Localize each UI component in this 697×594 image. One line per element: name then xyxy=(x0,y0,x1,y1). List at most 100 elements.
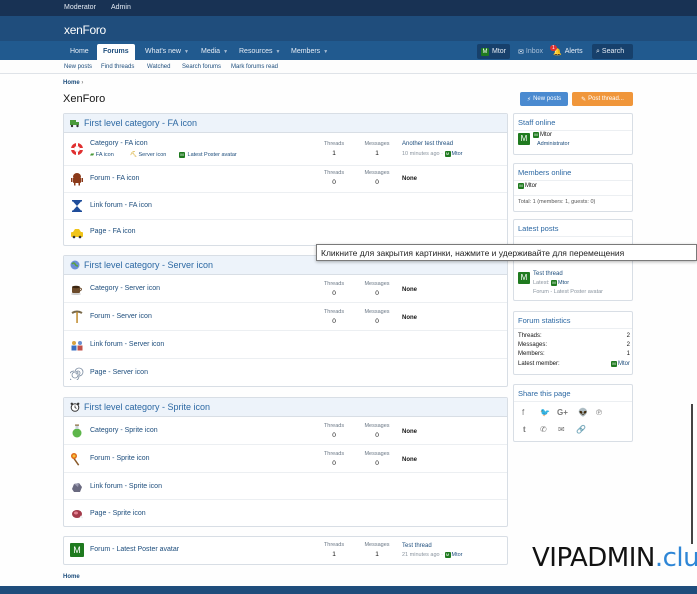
tab-members[interactable]: Members ▼ xyxy=(291,44,328,60)
watched-link[interactable]: Watched xyxy=(147,64,170,70)
thread-count: 1 xyxy=(332,150,336,157)
node-title[interactable]: Link forum - FA icon xyxy=(90,202,152,209)
search-button[interactable]: ⌕ Search xyxy=(592,44,633,59)
node-title[interactable]: Page - Server icon xyxy=(90,369,148,376)
avatar[interactable]: M xyxy=(518,272,530,284)
admin-link[interactable]: Admin xyxy=(111,4,131,11)
no-posts: None xyxy=(402,287,417,293)
twitter-icon[interactable]: 🐦 xyxy=(540,408,550,417)
node-title[interactable]: Page - Sprite icon xyxy=(90,510,146,517)
widget-title[interactable]: Staff online xyxy=(514,114,632,131)
category-block-sprite: First level category - Sprite icon Categ… xyxy=(63,397,508,527)
facebook-icon[interactable]: f xyxy=(522,408,524,417)
new-posts-button[interactable]: ⚡ New posts xyxy=(520,92,568,106)
pencil-icon: ✎ xyxy=(581,96,587,103)
google-plus-icon[interactable]: G+ xyxy=(557,408,568,417)
node-title[interactable]: Link forum - Server icon xyxy=(90,341,164,348)
truck-icon xyxy=(70,120,79,128)
tab-media[interactable]: Media ▼ xyxy=(201,44,228,60)
online-total: Total: 1 (members: 1, guests: 0) xyxy=(518,199,596,205)
category-header[interactable]: First level category - Sprite icon xyxy=(64,398,507,417)
members-online-widget: Members online M Mtor Total: 1 (members: … xyxy=(513,163,633,212)
alert-badge: 1 xyxy=(550,44,557,51)
spiral-icon xyxy=(70,367,84,380)
chevron-down-icon: ▼ xyxy=(275,49,281,55)
reddit-icon[interactable]: 👽 xyxy=(578,408,588,417)
node-title[interactable]: Category - Server icon xyxy=(90,285,160,292)
site-logo[interactable]: xenForo xyxy=(64,23,106,37)
no-posts: None xyxy=(402,457,417,463)
stat-messages: Messages: 2 xyxy=(518,342,630,348)
widget-title[interactable]: Latest posts xyxy=(514,220,632,237)
node-row: Link forum - Server icon xyxy=(64,331,507,359)
people-icon xyxy=(71,341,83,351)
node-title[interactable]: Category - FA icon xyxy=(90,140,148,147)
tab-forums[interactable]: Forums xyxy=(97,44,135,60)
avatar[interactable]: M xyxy=(518,133,530,145)
node-title[interactable]: Forum - Sprite icon xyxy=(90,455,150,462)
avatar[interactable]: M xyxy=(70,543,84,557)
latest-thread-link[interactable]: Test thread xyxy=(533,271,563,277)
chevron-down-icon: ▼ xyxy=(223,49,229,55)
avatar: M xyxy=(533,132,539,138)
pinterest-icon[interactable]: ℗ xyxy=(596,408,602,417)
widget-title[interactable]: Members online xyxy=(514,164,632,181)
online-member[interactable]: M Mtor xyxy=(518,183,537,189)
tab-resources[interactable]: Resources ▼ xyxy=(239,44,280,60)
node-row: Category - Server icon Threads 0 Message… xyxy=(64,275,507,303)
alerts-link[interactable]: 🔔 1 Alerts xyxy=(549,44,587,59)
staff-member[interactable]: M Mtor xyxy=(533,132,552,138)
footer-breadcrumb[interactable]: Home xyxy=(63,574,80,580)
new-posts-link[interactable]: New posts xyxy=(64,64,92,70)
scrollbar[interactable] xyxy=(691,404,693,544)
envelope-icon: ✉ xyxy=(518,48,524,56)
meat-icon xyxy=(72,510,84,519)
avatar: M xyxy=(611,361,617,367)
tumblr-icon[interactable]: t xyxy=(523,425,526,434)
latest-forum-link[interactable]: Forum - Latest Poster avatar xyxy=(533,289,603,295)
node-title[interactable]: Forum - Latest Poster avatar xyxy=(90,546,179,553)
whatsapp-icon[interactable]: ✆ xyxy=(540,425,547,434)
find-threads-link[interactable]: Find threads xyxy=(101,64,134,70)
category-header[interactable]: First level category - FA icon xyxy=(64,114,507,133)
avatar: M xyxy=(551,280,558,286)
breadcrumb[interactable]: Home › xyxy=(63,80,83,86)
subforum-link[interactable]: ⛏ Server icon xyxy=(130,152,166,158)
alarm-clock-icon xyxy=(70,402,80,412)
widget-title[interactable]: Share this page xyxy=(514,385,632,402)
category-block-fa: First level category - FA icon Category … xyxy=(63,113,508,246)
search-forums-link[interactable]: Search forums xyxy=(182,64,221,70)
node-title[interactable]: Page - FA icon xyxy=(90,228,136,235)
post-thread-button[interactable]: ✎ Post thread... xyxy=(572,92,633,106)
subforum-link[interactable]: ▰ FA icon xyxy=(90,152,114,158)
node-title[interactable]: Forum - Server icon xyxy=(90,313,152,320)
android-icon xyxy=(71,173,83,186)
link-icon[interactable]: 🔗 xyxy=(576,425,586,434)
inbox-link[interactable]: ✉ Inbox xyxy=(514,44,547,59)
truck-icon: ▰ xyxy=(90,152,95,158)
email-icon[interactable]: ✉ xyxy=(558,425,565,434)
tab-whats-new[interactable]: What's new ▼ xyxy=(145,44,189,60)
user-menu[interactable]: M Mtor xyxy=(477,44,510,59)
stat-threads: Threads: 2 xyxy=(518,333,630,339)
tab-home[interactable]: Home xyxy=(70,44,89,60)
last-thread-link[interactable]: Another test thread xyxy=(402,141,453,147)
page-title: XenForo xyxy=(63,93,106,105)
node-title[interactable]: Category - Sprite icon xyxy=(90,427,158,434)
last-post-meta: 21 minutes ago · M Mtor xyxy=(402,552,463,558)
last-thread-link[interactable]: Test thread xyxy=(402,543,432,549)
subforum-link[interactable]: M Latest Poster avatar xyxy=(179,152,237,158)
node-title[interactable]: Forum - FA icon xyxy=(90,175,139,182)
message-count: 0 xyxy=(375,290,379,297)
widget-title[interactable]: Forum statistics xyxy=(514,312,632,329)
bell-icon: 🔔 1 xyxy=(550,44,562,56)
forum-block-avatar: M Forum - Latest Poster avatar Threads 1… xyxy=(63,536,508,565)
node-row: Link forum - Sprite icon xyxy=(64,473,507,500)
avatar: M xyxy=(179,152,185,158)
node-row: Page - FA icon xyxy=(64,220,507,246)
mark-read-link[interactable]: Mark forums read xyxy=(231,64,278,70)
avatar: M xyxy=(444,151,451,157)
node-title[interactable]: Link forum - Sprite icon xyxy=(90,483,162,490)
potion-icon xyxy=(72,424,82,438)
moderator-link[interactable]: Moderator xyxy=(64,4,96,11)
